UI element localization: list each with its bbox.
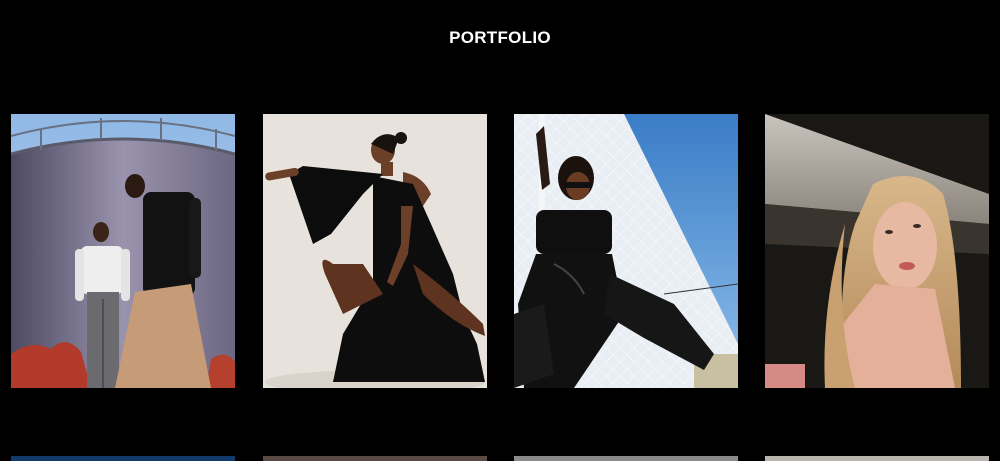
portfolio-item-1[interactable] (11, 114, 235, 388)
portfolio-item-5[interactable] (11, 456, 235, 461)
portfolio-item-7[interactable] (514, 456, 738, 461)
portfolio-item-8[interactable] (765, 456, 989, 461)
portfolio-item-3[interactable] (514, 114, 738, 388)
portfolio-item-6[interactable] (263, 456, 487, 461)
portfolio-item-2[interactable] (263, 114, 487, 388)
photo-two-men-silo (11, 114, 235, 388)
portfolio-item-4[interactable] (765, 114, 989, 388)
photo-blonde-woman-portrait (765, 114, 989, 388)
photo-woman-black-gown (263, 114, 487, 388)
page-title: PORTFOLIO (449, 28, 551, 47)
photo-woman-fence-leather (514, 114, 738, 388)
